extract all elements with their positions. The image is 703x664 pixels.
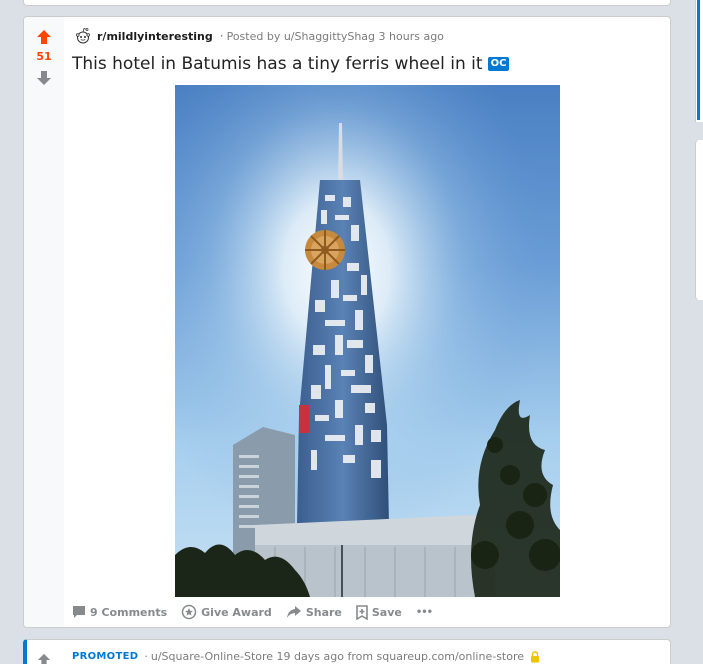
post-title[interactable]: This hotel in Batumis has a tiny ferris … bbox=[72, 54, 483, 74]
vote-score: 51 bbox=[36, 50, 52, 63]
sidebar-widget-edge-2 bbox=[695, 140, 703, 300]
post-card[interactable]: 51 r/mildlyinteresting · Posted by u/Sha… bbox=[23, 16, 671, 628]
bookmark-plus-icon bbox=[356, 604, 368, 620]
vote-column: 51 bbox=[24, 17, 64, 627]
more-options-button[interactable]: ••• bbox=[415, 606, 433, 618]
previous-post-card bbox=[23, 0, 671, 6]
save-button[interactable]: Save bbox=[356, 604, 402, 620]
subreddit-icon[interactable] bbox=[73, 26, 93, 46]
meta-separator: · bbox=[219, 29, 224, 43]
share-button[interactable]: Share bbox=[286, 605, 342, 619]
share-icon bbox=[286, 606, 301, 618]
oc-flair-badge[interactable]: OC bbox=[487, 57, 510, 71]
post-actions: 9 Comments Give Award Share Save ••• bbox=[72, 601, 446, 623]
sidebar-widget-accent bbox=[697, 0, 700, 120]
give-award-label: Give Award bbox=[201, 605, 272, 619]
comments-button[interactable]: 9 Comments bbox=[72, 605, 167, 619]
promoted-label: PROMOTED bbox=[72, 651, 139, 662]
promoted-info[interactable]: u/Square-Online-Store 19 days ago from s… bbox=[151, 650, 524, 663]
more-options-icon: ••• bbox=[415, 606, 433, 618]
comment-icon bbox=[73, 606, 85, 618]
award-icon bbox=[181, 604, 197, 620]
promoted-meta: PROMOTED · u/Square-Online-Store 19 days… bbox=[72, 650, 540, 663]
upvote-icon[interactable] bbox=[34, 27, 54, 47]
post-image[interactable] bbox=[175, 85, 560, 597]
posted-by[interactable]: Posted by u/ShaggittyShag 3 hours ago bbox=[227, 30, 444, 43]
give-award-button[interactable]: Give Award bbox=[181, 604, 272, 620]
meta-separator: · bbox=[144, 650, 148, 663]
lock-icon bbox=[531, 650, 540, 662]
promoted-post-card[interactable]: PROMOTED · u/Square-Online-Store 19 days… bbox=[23, 639, 671, 664]
share-label: Share bbox=[305, 605, 342, 619]
downvote-icon[interactable] bbox=[34, 68, 54, 88]
comments-label: 9 Comments bbox=[90, 605, 168, 619]
save-label: Save bbox=[371, 605, 402, 619]
upvote-icon[interactable] bbox=[37, 652, 51, 664]
subreddit-link[interactable]: r/mildlyinteresting bbox=[97, 30, 213, 43]
post-title-row[interactable]: This hotel in Batumis has a tiny ferris … bbox=[72, 54, 510, 74]
post-meta: r/mildlyinteresting · Posted by u/Shaggi… bbox=[73, 26, 444, 46]
